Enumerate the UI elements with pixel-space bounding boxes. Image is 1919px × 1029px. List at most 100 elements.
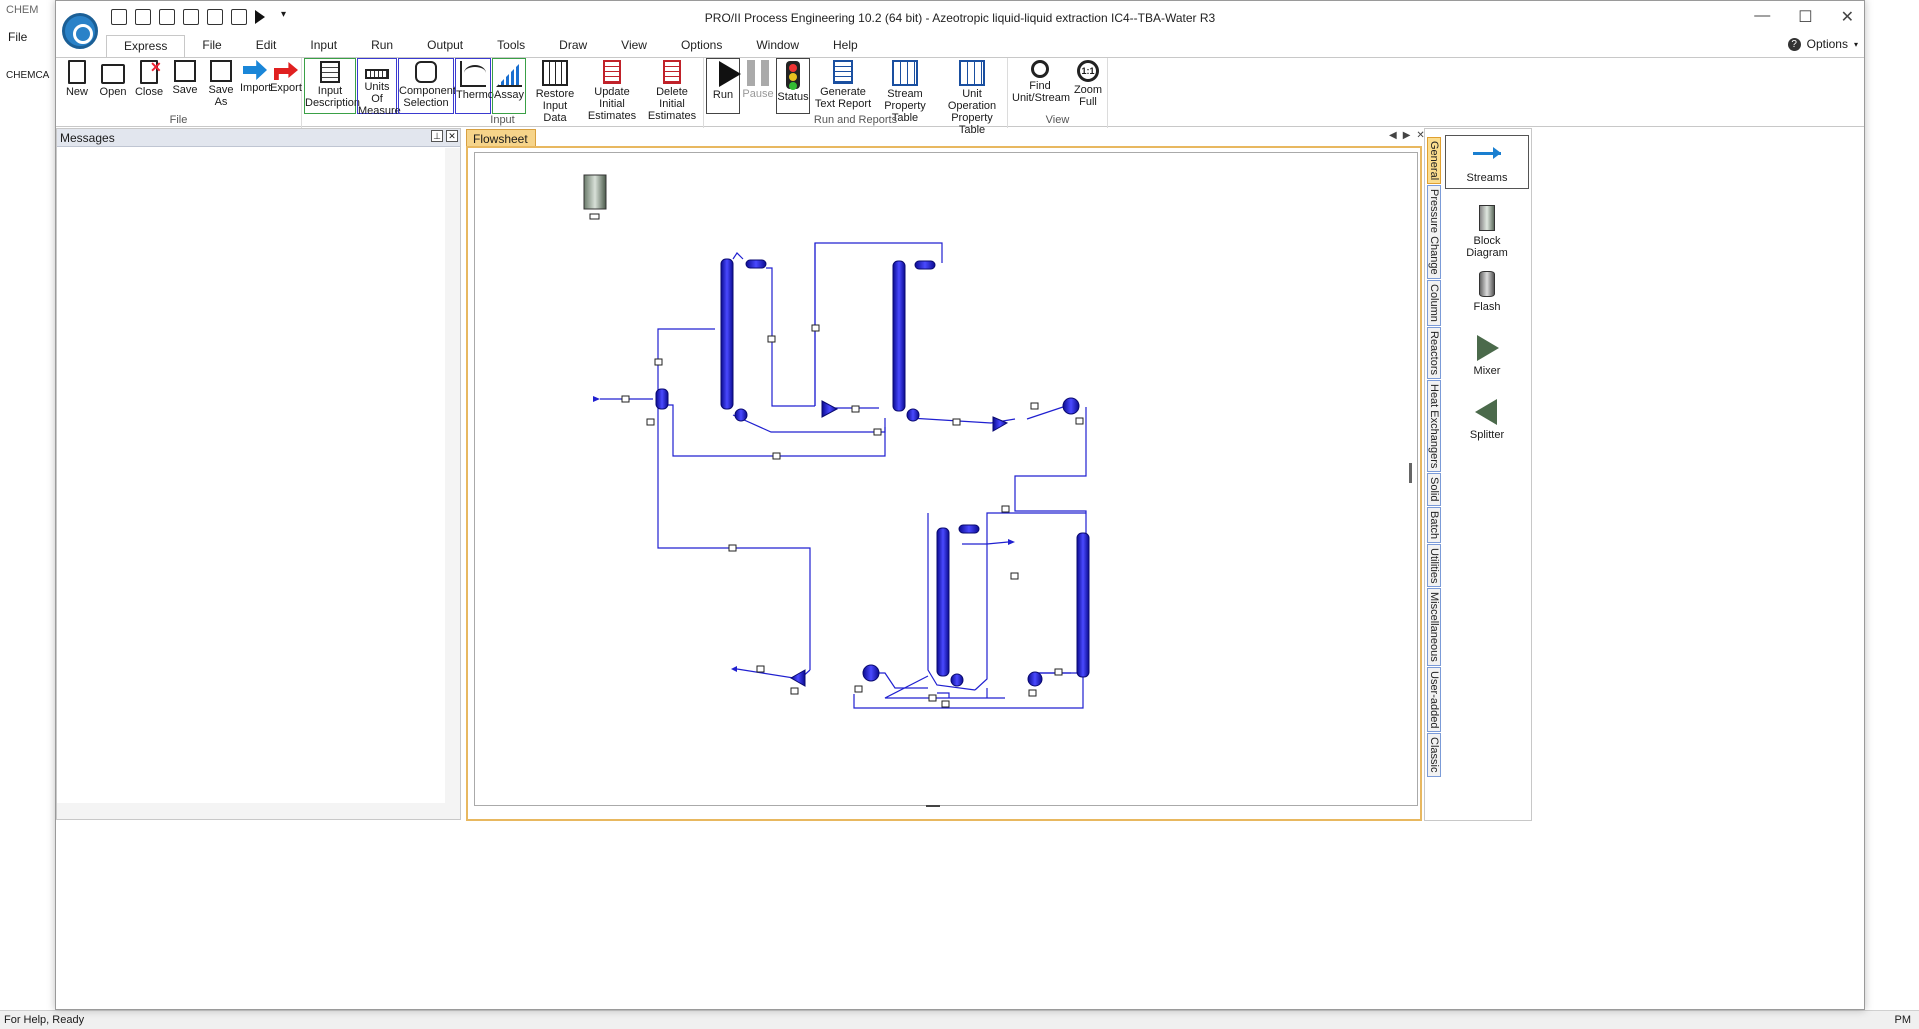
pump-unit[interactable] xyxy=(1027,671,1043,687)
messages-horizontal-scrollbar[interactable] xyxy=(57,803,460,819)
tab-next-icon[interactable]: ▶ xyxy=(1403,130,1411,141)
thermo-button[interactable]: Thermo xyxy=(455,58,494,114)
stream-property-table-button[interactable]: Stream Property Table xyxy=(872,58,938,124)
palette-tab-batch[interactable]: Batch xyxy=(1427,506,1441,543)
heat-exchanger-2[interactable] xyxy=(862,664,880,682)
condenser-2[interactable] xyxy=(914,260,936,270)
status-button[interactable]: Status xyxy=(776,58,810,114)
input-description-icon xyxy=(320,61,340,83)
column-1[interactable] xyxy=(720,258,734,410)
tab-options[interactable]: Options xyxy=(664,35,739,57)
tab-tools[interactable]: Tools xyxy=(480,35,542,57)
condenser-3[interactable] xyxy=(958,524,980,534)
stream-label-markers[interactable] xyxy=(589,213,1084,708)
export-button[interactable]: Export xyxy=(270,58,302,114)
column-4[interactable] xyxy=(1076,532,1090,678)
zoom-full-button[interactable]: 1:1 Zoom Full xyxy=(1070,58,1106,114)
palette-item-block-diagram[interactable]: Block Diagram xyxy=(1445,201,1529,263)
tab-run[interactable]: Run xyxy=(354,35,410,57)
title-bar: ▾ PRO/II Process Engineering 10.2 (64 bi… xyxy=(56,1,1864,35)
column-3[interactable] xyxy=(936,527,950,677)
assay-button[interactable]: Assay xyxy=(492,58,526,114)
unit-operation-property-table-button[interactable]: Unit Operation Property Table xyxy=(938,58,1006,136)
flowsheet-resize-grip[interactable] xyxy=(926,805,940,807)
palette-item-streams[interactable]: Streams xyxy=(1445,135,1529,189)
heat-exchanger-1[interactable] xyxy=(1062,397,1080,415)
search-icon xyxy=(1031,60,1049,78)
palette-tab-pressure-change[interactable]: Pressure Change xyxy=(1427,185,1441,279)
component-selection-button[interactable]: Component Selection xyxy=(398,58,456,114)
restore-input-data-button[interactable]: Restore Input Data xyxy=(530,58,580,124)
pause-button[interactable]: Pause xyxy=(742,58,774,114)
stream-lines[interactable] xyxy=(600,242,1087,709)
flowsheet-splitter-handle[interactable] xyxy=(1409,463,1412,483)
splitter-unit[interactable] xyxy=(789,669,806,687)
ribbon-group-input: Input Description Units Of Measure Compo… xyxy=(302,58,704,128)
tab-express[interactable]: Express xyxy=(106,35,186,58)
palette-tab-miscellaneous[interactable]: Miscellaneous xyxy=(1427,588,1441,666)
messages-pane[interactable]: Messages ⊥ ✕ xyxy=(56,128,461,820)
background-app-file-menu[interactable]: File xyxy=(8,30,27,44)
condenser-1[interactable] xyxy=(745,259,767,269)
tab-output[interactable]: Output xyxy=(410,35,480,57)
palette-tab-utilities[interactable]: Utilities xyxy=(1427,543,1441,588)
decanter-unit[interactable] xyxy=(655,388,669,410)
flowsheet-diagram[interactable] xyxy=(475,153,1418,806)
block-unit[interactable] xyxy=(583,174,607,210)
palette-tab-column[interactable]: Column xyxy=(1427,279,1441,326)
palette-tab-reactors[interactable]: Reactors xyxy=(1427,326,1441,379)
ribbon-group-file: New Open ✕ Close Save Save As Import Exp… xyxy=(56,58,302,128)
mixer-icon xyxy=(1477,335,1499,361)
tab-draw[interactable]: Draw xyxy=(542,35,604,57)
palette-tab-heat-exchangers[interactable]: Heat Exchangers xyxy=(1427,379,1441,473)
run-button[interactable]: Run xyxy=(706,58,741,114)
help-icon[interactable]: ? xyxy=(1787,37,1801,51)
window-controls: — ☐ ✕ xyxy=(1754,7,1854,27)
palette-item-splitter[interactable]: Splitter xyxy=(1445,395,1529,445)
reboiler-2[interactable] xyxy=(906,408,920,422)
tab-file[interactable]: File xyxy=(185,35,238,57)
palette-tab-general[interactable]: General xyxy=(1427,137,1441,185)
close-button[interactable]: ✕ Close xyxy=(132,58,166,114)
update-initial-estimates-button[interactable]: Update Initial Estimates xyxy=(582,58,642,122)
find-unit-stream-button[interactable]: Find Unit/Stream xyxy=(1012,58,1070,114)
palette-item-flash[interactable]: Flash xyxy=(1445,267,1529,317)
flowsheet-canvas[interactable] xyxy=(474,152,1418,806)
palette-item-mixer[interactable]: Mixer xyxy=(1445,331,1529,381)
pin-icon[interactable]: ⊥ xyxy=(431,130,443,142)
tab-prev-icon[interactable]: ◀ xyxy=(1389,130,1397,141)
column-2[interactable] xyxy=(892,260,906,412)
palette-tab-classic[interactable]: Classic xyxy=(1427,733,1441,777)
tab-window[interactable]: Window xyxy=(739,35,816,57)
flowsheet-tab[interactable]: Flowsheet xyxy=(466,129,536,147)
mixer-2[interactable] xyxy=(992,416,1009,432)
tab-view[interactable]: View xyxy=(604,35,664,57)
flowsheet-tab-nav[interactable]: ◀ ▶ ✕ xyxy=(1389,130,1425,141)
app-logo-icon[interactable] xyxy=(62,13,98,49)
options-menu-button[interactable]: ? Options ▾ xyxy=(1787,37,1858,51)
reboiler-1[interactable] xyxy=(734,408,748,422)
messages-vertical-scrollbar[interactable] xyxy=(445,148,460,803)
units-of-measure-button[interactable]: Units Of Measure xyxy=(357,58,401,117)
close-window-button[interactable]: ✕ xyxy=(1841,7,1854,27)
palette-tab-solid[interactable]: Solid xyxy=(1427,473,1441,506)
minimize-button[interactable]: — xyxy=(1754,7,1770,27)
tab-edit[interactable]: Edit xyxy=(239,35,294,57)
maximize-button[interactable]: ☐ xyxy=(1798,7,1812,27)
tab-input[interactable]: Input xyxy=(293,35,354,57)
import-button[interactable]: Import xyxy=(240,58,271,114)
import-icon xyxy=(243,60,267,80)
save-button[interactable]: Save xyxy=(168,58,202,114)
tab-help[interactable]: Help xyxy=(816,35,875,57)
generate-text-report-button[interactable]: Generate Text Report xyxy=(814,58,872,114)
delete-initial-estimates-button[interactable]: Delete Initial Estimates xyxy=(642,58,702,122)
open-button[interactable]: Open xyxy=(96,58,130,114)
palette-tab-user-added[interactable]: User-added xyxy=(1427,666,1441,733)
mixer-1[interactable] xyxy=(821,400,839,418)
save-as-button[interactable]: Save As xyxy=(204,58,238,114)
reboiler-3[interactable] xyxy=(950,673,964,687)
unit-operations[interactable] xyxy=(583,174,1090,687)
new-button[interactable]: New xyxy=(60,58,94,114)
input-description-button[interactable]: Input Description xyxy=(304,58,360,114)
close-pane-icon[interactable]: ✕ xyxy=(446,130,458,142)
